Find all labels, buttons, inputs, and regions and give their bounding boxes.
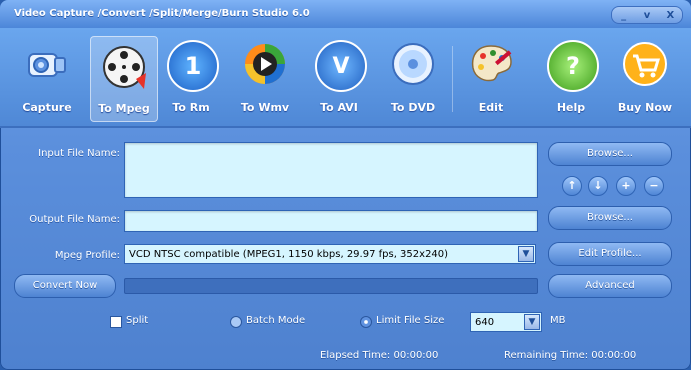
batch-mode-label: Batch Mode: [246, 315, 306, 326]
window-controls: _ v X: [611, 6, 683, 24]
dvd-icon: [389, 40, 437, 88]
split-checkbox[interactable]: [110, 316, 122, 328]
move-down-button[interactable]: ↓: [588, 176, 608, 196]
mpeg-profile-value: VCD NTSC compatible (MPEG1, 1150 kbps, 2…: [129, 249, 449, 260]
limit-file-size-radio[interactable]: [360, 316, 372, 328]
toolbar-item-label: Edit: [478, 101, 504, 114]
toolbar-item-edit[interactable]: Edit: [458, 34, 524, 120]
chevron-down-icon[interactable]: ▼: [524, 314, 540, 330]
input-file-label: Input File Name:: [38, 148, 120, 159]
toolbar-separator: [452, 46, 453, 112]
elapsed-time: Elapsed Time: 00:00:00: [320, 350, 439, 361]
window-title: Video Capture /Convert /Split/Merge/Burn…: [14, 8, 310, 19]
toolbar-item-capture[interactable]: Capture: [14, 34, 80, 120]
film-reel-icon: [100, 43, 148, 91]
browse-input-button[interactable]: Browse...: [548, 142, 672, 166]
output-file-label: Output File Name:: [29, 214, 120, 225]
file-size-select[interactable]: 640 ▼: [470, 312, 542, 332]
close-button[interactable]: X: [661, 10, 679, 21]
toolbar-item-to-rm[interactable]: 1 To Rm: [158, 34, 224, 120]
mpeg-profile-label: Mpeg Profile:: [54, 250, 120, 261]
toolbar-item-to-mpeg[interactable]: To Mpeg: [90, 36, 158, 122]
browse-output-button[interactable]: Browse...: [548, 206, 672, 230]
windows-media-icon: [241, 40, 289, 88]
remove-file-button[interactable]: −: [644, 176, 664, 196]
toolbar-item-label: Capture: [22, 101, 72, 114]
help-icon: ?: [547, 40, 599, 92]
limit-file-size-label: Limit File Size: [376, 315, 445, 326]
remaining-time: Remaining Time: 00:00:00: [504, 350, 637, 361]
cart-icon: [621, 40, 669, 88]
restore-button[interactable]: v: [638, 10, 656, 21]
realmedia-icon: 1: [167, 40, 219, 92]
avi-icon: V: [315, 40, 367, 92]
toolbar-item-label: To Wmv: [240, 101, 290, 114]
title-bar: Video Capture /Convert /Split/Merge/Burn…: [0, 0, 691, 29]
toolbar-item-help[interactable]: ? Help: [538, 34, 604, 120]
mpeg-profile-select[interactable]: VCD NTSC compatible (MPEG1, 1150 kbps, 2…: [124, 244, 536, 264]
split-label: Split: [126, 315, 149, 326]
converter-panel: Input File Name: Browse... ↑ ↓ + − Outpu…: [0, 126, 691, 370]
output-file-field[interactable]: [124, 210, 538, 232]
toolbar-item-to-avi[interactable]: V To AVI: [306, 34, 372, 120]
chevron-down-icon[interactable]: ▼: [518, 246, 534, 262]
input-file-list[interactable]: [124, 142, 538, 198]
conversion-progress-bar: [124, 278, 538, 294]
toolbar-item-label: Help: [556, 101, 586, 114]
convert-now-button[interactable]: Convert Now: [14, 274, 116, 298]
toolbar-item-label: To Mpeg: [98, 102, 150, 115]
app-window: Video Capture /Convert /Split/Merge/Burn…: [0, 0, 691, 370]
toolbar-item-label: To DVD: [390, 101, 436, 114]
toolbar-item-to-dvd[interactable]: To DVD: [380, 34, 446, 120]
toolbar-item-label: To AVI: [320, 101, 358, 114]
minimize-button[interactable]: _: [615, 10, 633, 21]
toolbar-item-buy-now[interactable]: Buy Now: [612, 34, 678, 120]
add-file-button[interactable]: +: [616, 176, 636, 196]
file-size-value: 640: [475, 317, 495, 328]
move-up-button[interactable]: ↑: [562, 176, 582, 196]
main-toolbar: Capture To Mpeg 1 To Rm To Wmv V To AVI …: [0, 28, 691, 128]
toolbar-item-to-wmv[interactable]: To Wmv: [232, 34, 298, 120]
toolbar-item-label: To Rm: [172, 101, 210, 114]
batch-mode-radio[interactable]: [230, 316, 242, 328]
toolbar-item-label: Buy Now: [617, 101, 673, 114]
palette-icon: [467, 40, 515, 88]
camera-icon: [23, 40, 71, 88]
edit-profile-button[interactable]: Edit Profile...: [548, 242, 672, 266]
file-size-unit: MB: [550, 315, 566, 326]
advanced-button[interactable]: Advanced: [548, 274, 672, 298]
